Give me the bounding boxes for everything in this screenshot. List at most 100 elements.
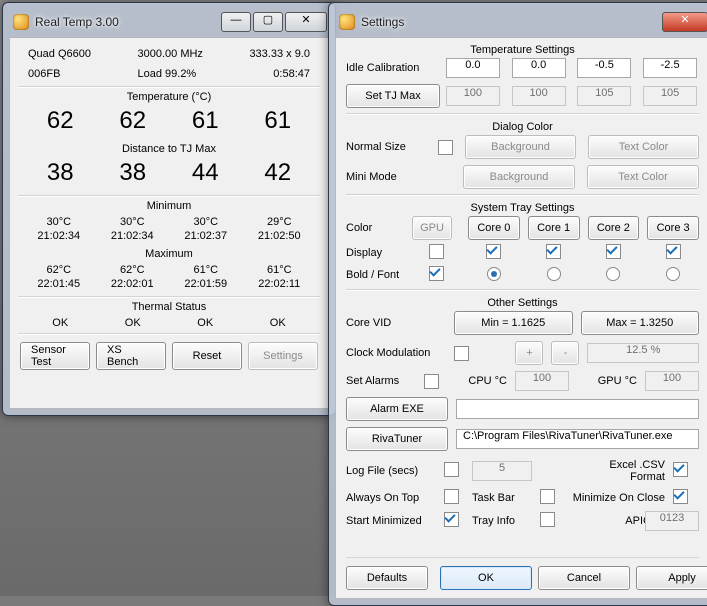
maximize-button[interactable]: ▢ bbox=[253, 12, 283, 32]
color-core2-button[interactable]: Core 2 bbox=[588, 216, 640, 240]
idle-cal-0[interactable]: 0.0 bbox=[446, 58, 500, 78]
main-client: Quad Q6600 3000.00 MHz 333.33 x 9.0 006F… bbox=[9, 37, 329, 409]
defaults-button[interactable]: Defaults bbox=[346, 566, 428, 590]
max-grid: 62°C 62°C 61°C 61°C 22:01:45 22:02:01 22… bbox=[18, 262, 320, 294]
settings-titlebar[interactable]: Settings ✕ bbox=[335, 9, 707, 37]
mini-bg-button[interactable]: Background bbox=[463, 165, 575, 189]
set-alarms-label: Set Alarms bbox=[346, 375, 416, 387]
temp-core1: 62 bbox=[97, 107, 170, 135]
ok-button[interactable]: OK bbox=[440, 566, 532, 590]
normal-bg-button[interactable]: Background bbox=[465, 135, 576, 159]
cpu-id: 006FB bbox=[28, 68, 60, 80]
bold-check[interactable] bbox=[429, 266, 444, 281]
bold-radio-3[interactable] bbox=[666, 267, 680, 281]
sensor-test-button[interactable]: Sensor Test bbox=[20, 342, 90, 370]
set-tjmax-button[interactable]: Set TJ Max bbox=[346, 84, 440, 108]
excel-csv-label: Excel .CSV Format bbox=[587, 459, 666, 483]
main-window: Real Temp 3.00 — ▢ ✕ Quad Q6600 3000.00 … bbox=[2, 2, 336, 416]
min-t3: 29°C bbox=[243, 216, 317, 228]
dist-row: 38 38 44 42 bbox=[18, 157, 320, 193]
alarm-cpu-val[interactable]: 100 bbox=[515, 371, 569, 391]
alarm-exe-button[interactable]: Alarm EXE bbox=[346, 397, 448, 421]
core-vid-min[interactable]: Min = 1.1625 bbox=[454, 311, 573, 335]
logfile-label: Log File (secs) bbox=[346, 465, 436, 477]
display-gpu-check[interactable] bbox=[429, 244, 444, 259]
display-core1-check[interactable] bbox=[546, 244, 561, 259]
close-button[interactable]: ✕ bbox=[285, 12, 327, 32]
cancel-button[interactable]: Cancel bbox=[538, 566, 630, 590]
min-t1: 30°C bbox=[96, 216, 170, 228]
min-t2: 30°C bbox=[169, 216, 243, 228]
always-top-check[interactable] bbox=[444, 489, 459, 504]
set-alarms-check[interactable] bbox=[424, 374, 439, 389]
rivatuner-button[interactable]: RivaTuner bbox=[346, 427, 448, 451]
tjmax-row: Set TJ Max 100 100 105 105 bbox=[346, 84, 699, 108]
start-min-check[interactable] bbox=[444, 512, 459, 527]
alarm-cpu-label: CPU °C bbox=[447, 375, 507, 387]
settings-button[interactable]: Settings bbox=[248, 342, 318, 370]
color-core1-button[interactable]: Core 1 bbox=[528, 216, 580, 240]
max-tm3: 22:02:11 bbox=[243, 278, 317, 290]
max-heading: Maximum bbox=[18, 246, 320, 262]
apply-button[interactable]: Apply bbox=[636, 566, 707, 590]
idle-cal-3[interactable]: -2.5 bbox=[643, 58, 697, 78]
main-title: Real Temp 3.00 bbox=[35, 15, 221, 29]
therm-3: OK bbox=[242, 317, 315, 329]
dist-core3: 42 bbox=[242, 159, 315, 187]
tray-info-label: Tray Info bbox=[472, 515, 532, 527]
color-core0-button[interactable]: Core 0 bbox=[468, 216, 520, 240]
main-titlebar[interactable]: Real Temp 3.00 — ▢ ✕ bbox=[9, 9, 329, 37]
idle-cal-1[interactable]: 0.0 bbox=[512, 58, 566, 78]
min-tm3: 21:02:50 bbox=[243, 230, 317, 242]
start-min-label: Start Minimized bbox=[346, 515, 436, 527]
tray-settings-label: System Tray Settings bbox=[346, 200, 699, 214]
settings-title: Settings bbox=[361, 15, 662, 29]
bold-radio-0[interactable] bbox=[487, 267, 501, 281]
settings-client: Temperature Settings Idle Calibration 0.… bbox=[335, 37, 707, 599]
core-vid-max[interactable]: Max = 1.3250 bbox=[581, 311, 700, 335]
color-gpu-button[interactable]: GPU bbox=[412, 216, 452, 240]
alarm-gpu-val[interactable]: 100 bbox=[645, 371, 699, 391]
display-core0-check[interactable] bbox=[486, 244, 501, 259]
clock-mod-check[interactable] bbox=[454, 346, 469, 361]
bold-radio-1[interactable] bbox=[547, 267, 561, 281]
alarm-exe-path[interactable] bbox=[456, 399, 699, 419]
load-text: Load 99.2% bbox=[138, 68, 197, 80]
logfile-val[interactable]: 5 bbox=[472, 461, 532, 481]
minimize-button[interactable]: — bbox=[221, 12, 251, 32]
bold-radio-2[interactable] bbox=[606, 267, 620, 281]
tray-info-check[interactable] bbox=[540, 512, 555, 527]
therm-1: OK bbox=[97, 317, 170, 329]
minclose-label: Minimize On Close bbox=[568, 492, 665, 504]
normal-size-label: Normal Size bbox=[346, 141, 426, 153]
logfile-check[interactable] bbox=[444, 462, 459, 477]
max-t2: 61°C bbox=[169, 264, 243, 276]
display-core2-check[interactable] bbox=[606, 244, 621, 259]
reset-button[interactable]: Reset bbox=[172, 342, 242, 370]
dist-core2: 44 bbox=[169, 159, 242, 187]
clock-plus-button[interactable]: + bbox=[515, 341, 543, 365]
xs-bench-button[interactable]: XS Bench bbox=[96, 342, 166, 370]
settings-window: Settings ✕ Temperature Settings Idle Cal… bbox=[328, 2, 707, 606]
excel-csv-check[interactable] bbox=[673, 462, 688, 477]
display-core3-check[interactable] bbox=[666, 244, 681, 259]
dist-core0: 38 bbox=[24, 159, 97, 187]
clock-minus-button[interactable]: - bbox=[551, 341, 579, 365]
rivatuner-path[interactable]: C:\Program Files\RivaTuner\RivaTuner.exe bbox=[456, 429, 699, 449]
normal-text-button[interactable]: Text Color bbox=[588, 135, 699, 159]
core-vid-label: Core VID bbox=[346, 317, 446, 329]
settings-buttons: Defaults OK Cancel Apply bbox=[346, 557, 699, 590]
clock-mod-label: Clock Modulation bbox=[346, 347, 446, 359]
tjmax-3: 105 bbox=[643, 86, 697, 106]
app-icon bbox=[339, 14, 355, 30]
idle-cal-2[interactable]: -0.5 bbox=[577, 58, 631, 78]
color-core3-button[interactable]: Core 3 bbox=[647, 216, 699, 240]
settings-close-button[interactable]: ✕ bbox=[662, 12, 707, 32]
cpu-model: Quad Q6600 bbox=[28, 48, 91, 60]
taskbar-check[interactable] bbox=[540, 489, 555, 504]
mini-text-button[interactable]: Text Color bbox=[587, 165, 699, 189]
minclose-check[interactable] bbox=[673, 489, 688, 504]
max-tm1: 22:02:01 bbox=[96, 278, 170, 290]
normal-size-check[interactable] bbox=[438, 140, 453, 155]
idle-cal-label: Idle Calibration bbox=[346, 62, 436, 74]
